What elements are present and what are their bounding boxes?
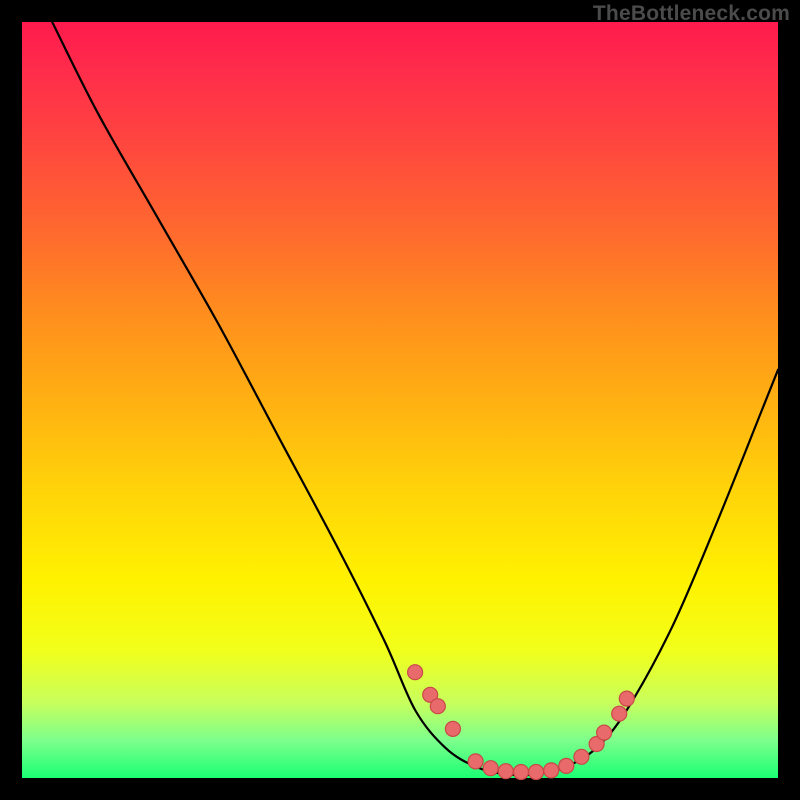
data-point [514, 765, 529, 780]
data-point [529, 765, 544, 780]
data-point [619, 691, 634, 706]
data-point [483, 761, 498, 776]
data-point [408, 665, 423, 680]
data-point [430, 699, 445, 714]
data-point [445, 721, 460, 736]
data-point [597, 725, 612, 740]
bottleneck-curve [52, 22, 778, 775]
dots-group [408, 665, 635, 780]
data-point [498, 764, 513, 779]
data-point [544, 763, 559, 778]
data-point [468, 754, 483, 769]
data-point [559, 758, 574, 773]
data-point [574, 749, 589, 764]
chart-svg [22, 22, 778, 778]
data-point [612, 706, 627, 721]
